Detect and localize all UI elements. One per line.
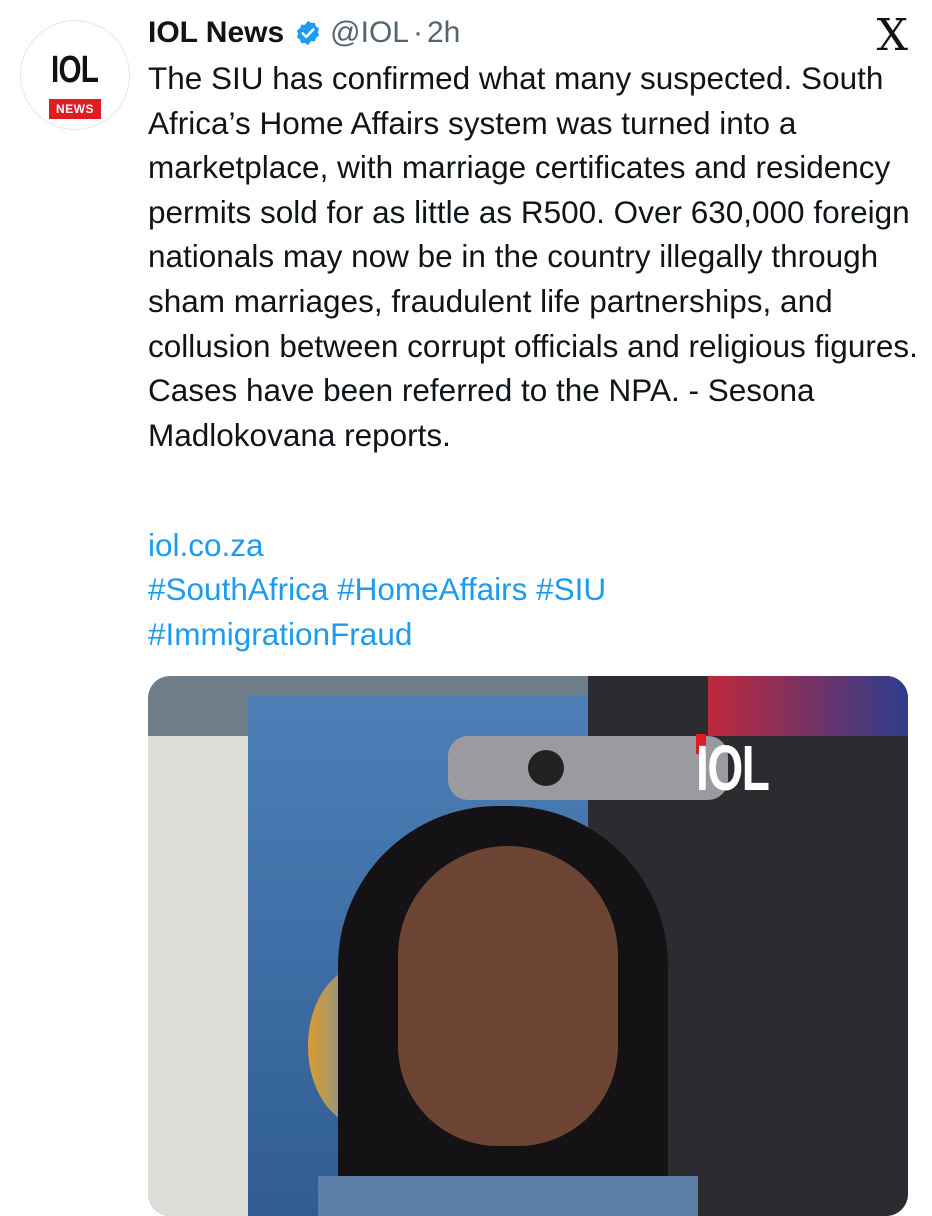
avatar-logo-text: IOL bbox=[51, 49, 99, 91]
header-separator: · bbox=[412, 16, 423, 49]
tweet-header: IOL News @IOL · 2h bbox=[148, 14, 460, 52]
hashtags-line-1[interactable]: #SouthAfrica #HomeAffairs #SIU bbox=[148, 567, 918, 612]
presenter-face bbox=[398, 846, 618, 1146]
avatar-news-tag: NEWS bbox=[49, 99, 101, 119]
background-wall bbox=[148, 736, 248, 1216]
verified-badge-icon bbox=[297, 20, 320, 46]
webcam-lens bbox=[528, 750, 564, 786]
x-logo-icon[interactable]: X bbox=[877, 14, 908, 58]
author-handle[interactable]: @IOL bbox=[330, 16, 409, 50]
author-avatar[interactable]: IOL NEWS bbox=[20, 20, 130, 130]
webcam-shape bbox=[448, 736, 728, 800]
author-name[interactable]: IOL News bbox=[148, 16, 284, 50]
flag-shape bbox=[708, 676, 908, 736]
hashtags-line-2[interactable]: #ImmigrationFraud bbox=[148, 612, 918, 657]
tweet-text: The SIU has confirmed what many suspecte… bbox=[148, 60, 918, 453]
tweet-video-thumbnail[interactable]: IOL bbox=[148, 676, 908, 1216]
tweet-timestamp[interactable]: 2h bbox=[427, 16, 460, 50]
presenter-shirt bbox=[318, 1176, 698, 1216]
tweet-link[interactable]: iol.co.za bbox=[148, 523, 918, 568]
media-logo-text: IOL bbox=[696, 732, 770, 804]
